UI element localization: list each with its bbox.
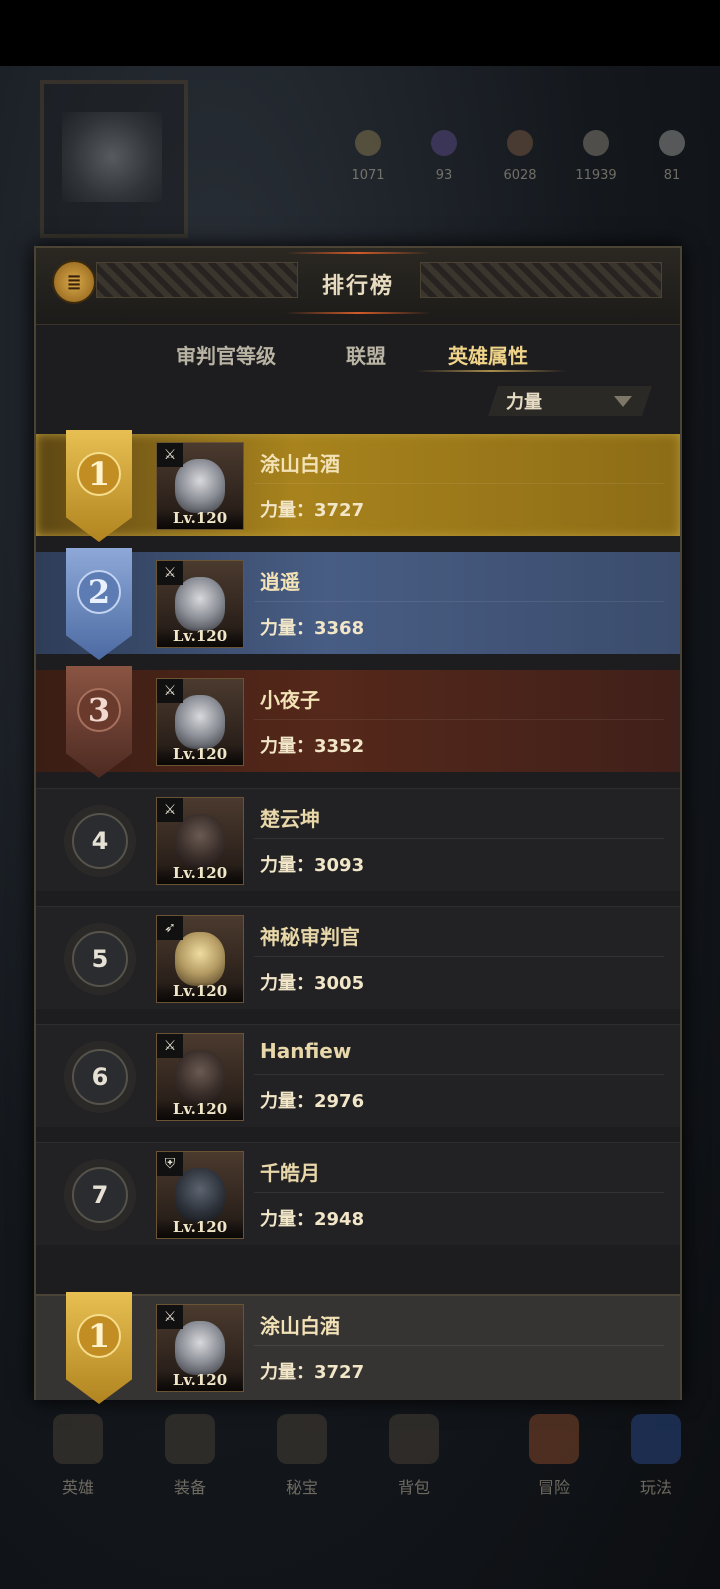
my-ranking-row[interactable]: 1 ⚔ Lv.120 涂山白酒 力量：3727 — [36, 1292, 680, 1404]
nav-bag[interactable]: 背包 — [364, 1398, 464, 1508]
resource-ore: 11939 — [561, 130, 631, 200]
rank-banner: 1 — [66, 430, 132, 542]
axe-icon: ⚔ — [157, 561, 183, 585]
stat-value: 力量：2948 — [260, 1209, 365, 1230]
sword-icon — [165, 1414, 215, 1464]
nav-hero[interactable]: 英雄 — [28, 1398, 128, 1508]
active-tab-indicator — [416, 370, 566, 372]
gold-icon — [355, 130, 381, 156]
panel-header: ≣ 排行榜 — [36, 248, 680, 325]
ranking-row[interactable]: 6 ⚔ Lv.120 Hanfiew 力量：2976 — [36, 1024, 680, 1127]
axe-icon: ⚔ — [157, 1034, 183, 1058]
player-name: 小夜子 — [260, 688, 320, 712]
player-name: 涂山白酒 — [260, 1314, 340, 1338]
crossed-swords-icon — [529, 1414, 579, 1464]
resource-gold: 1071 — [333, 130, 403, 200]
hero-avatar: ⚔ Lv.120 — [156, 678, 244, 766]
bag-icon — [389, 1414, 439, 1464]
stat-value: 力量：3093 — [260, 855, 365, 876]
status-bar — [0, 0, 720, 66]
hero-avatar: ⚔ Lv.120 — [156, 1304, 244, 1392]
rank-banner: 1 — [66, 1292, 132, 1404]
flame-icon — [631, 1414, 681, 1464]
hero-icon — [53, 1414, 103, 1464]
tab-judge-level[interactable]: 审判官等级 — [176, 340, 276, 369]
player-name: 楚云坤 — [260, 807, 320, 831]
axe-icon: ⚔ — [157, 679, 183, 703]
ranking-row[interactable]: 7 ⛨ Lv.120 千皓月 力量：2948 — [36, 1142, 680, 1245]
rank-badge: 5 — [72, 931, 128, 987]
resource-iron: 81 — [637, 130, 707, 200]
axe-icon: ⚔ — [157, 1305, 183, 1329]
ore-icon — [583, 130, 609, 156]
player-name: 涂山白酒 — [260, 452, 340, 476]
nav-adventure[interactable]: 冒险 — [504, 1398, 604, 1508]
nav-gameplay[interactable]: 玩法 — [606, 1398, 706, 1508]
rank-badge: 6 — [72, 1049, 128, 1105]
axe-icon: ⚔ — [157, 798, 183, 822]
tab-bar: 审判官等级 联盟 英雄属性 — [36, 334, 680, 378]
hero-avatar: ⚔ Lv.120 — [156, 1033, 244, 1121]
chalice-icon — [277, 1414, 327, 1464]
bottom-nav: 英雄 装备 秘宝 背包 冒险 玩法 — [0, 1398, 720, 1508]
iron-icon — [659, 130, 685, 156]
chevron-down-icon — [614, 396, 632, 407]
resource-bar: 1071 93 6028 11939 81 — [330, 130, 710, 200]
bow-icon: ➶ — [157, 916, 183, 940]
hero-avatar: ⛨ Lv.120 — [156, 1151, 244, 1239]
ranking-row[interactable]: 2 ⚔ Lv.120 逍遥 力量：3368 — [36, 548, 680, 660]
stat-value: 力量：2976 — [260, 1091, 365, 1112]
player-name: Hanfiew — [260, 1039, 352, 1063]
tab-hero-attributes[interactable]: 英雄属性 — [448, 340, 528, 369]
nav-equipment[interactable]: 装备 — [140, 1398, 240, 1508]
hero-avatar: ⚔ Lv.120 — [156, 797, 244, 885]
leaderboard-panel: ≣ 排行榜 审判官等级 联盟 英雄属性 力量 1 ⚔ Lv.120 涂山白酒 力量… — [34, 246, 682, 1404]
player-name: 神秘审判官 — [260, 925, 360, 949]
gem-icon — [431, 130, 457, 156]
hero-avatar: ⚔ Lv.120 — [156, 442, 244, 530]
rank-banner: 2 — [66, 548, 132, 660]
nav-treasure[interactable]: 秘宝 — [252, 1398, 352, 1508]
hero-avatar: ➶ Lv.120 — [156, 915, 244, 1003]
player-name: 千皓月 — [260, 1161, 320, 1185]
ranking-row[interactable]: 1 ⚔ Lv.120 涂山白酒 力量：3727 — [36, 430, 680, 542]
player-name: 逍遥 — [260, 570, 300, 594]
hero-avatar: ⚔ Lv.120 — [156, 560, 244, 648]
player-portrait[interactable] — [40, 80, 188, 238]
stat-value: 力量：3368 — [260, 618, 365, 639]
rank-banner: 3 — [66, 666, 132, 778]
stat-value: 力量：3352 — [260, 736, 365, 757]
page-title: 排行榜 — [321, 274, 394, 299]
attribute-filter-dropdown[interactable]: 力量 — [488, 386, 652, 416]
rank-badge: 4 — [72, 813, 128, 869]
ranking-row[interactable]: 4 ⚔ Lv.120 楚云坤 力量：3093 — [36, 788, 680, 891]
tab-alliance[interactable]: 联盟 — [346, 340, 386, 369]
wood-icon — [507, 130, 533, 156]
shield-icon: ⛨ — [157, 1152, 183, 1176]
stat-value: 力量：3727 — [260, 1362, 365, 1383]
rank-badge: 7 — [72, 1167, 128, 1223]
stat-value: 力量：3727 — [260, 500, 365, 521]
ranking-row[interactable]: 5 ➶ Lv.120 神秘审判官 力量：3005 — [36, 906, 680, 1009]
axe-icon: ⚔ — [157, 443, 183, 467]
resource-gem: 93 — [409, 130, 479, 200]
stat-value: 力量：3005 — [260, 973, 365, 994]
resource-wood: 6028 — [485, 130, 555, 200]
ranking-row[interactable]: 3 ⚔ Lv.120 小夜子 力量：3352 — [36, 666, 680, 778]
